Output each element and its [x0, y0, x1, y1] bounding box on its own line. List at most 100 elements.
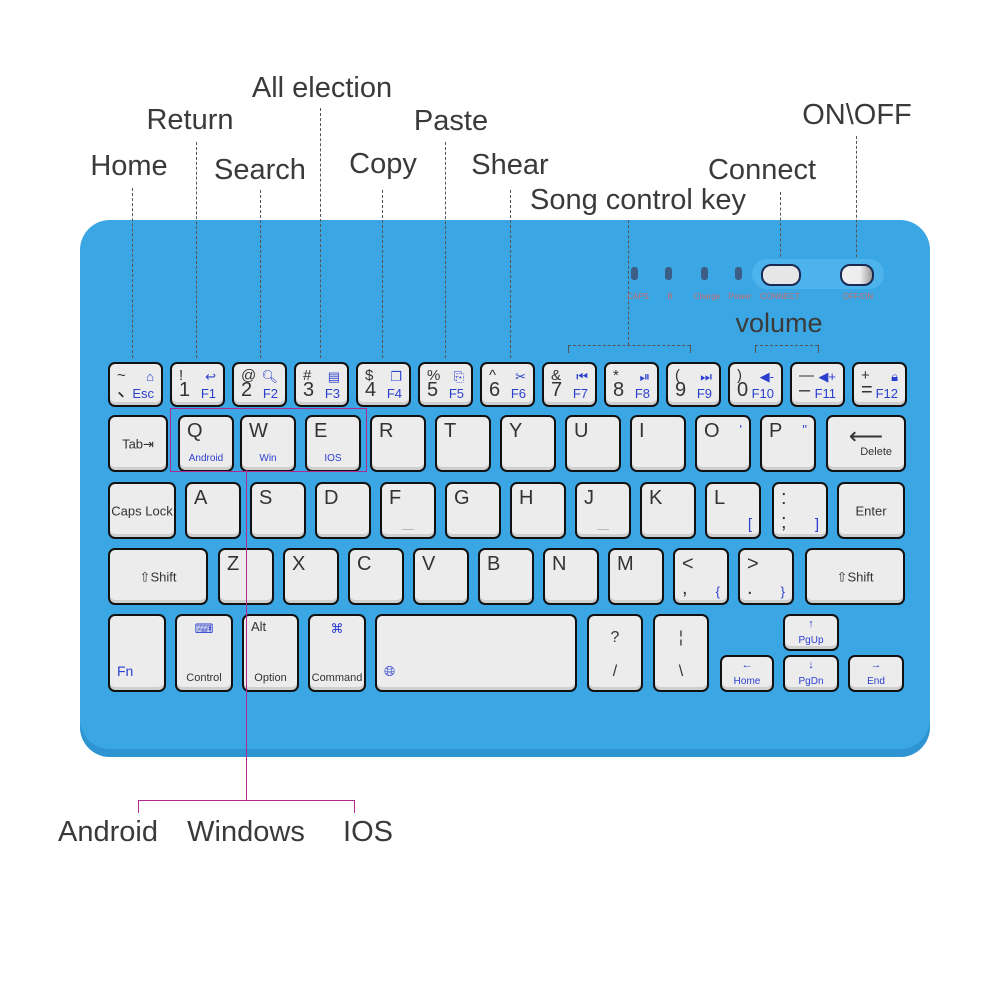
label-home: Home: [90, 150, 168, 182]
key[interactable]: ← Home: [720, 655, 774, 692]
key[interactable]: ↑ PgUp: [783, 614, 839, 651]
key[interactable]: C: [348, 548, 404, 605]
key-label: ]: [814, 516, 819, 533]
key[interactable]: U: [565, 415, 621, 472]
key-label: N: [552, 553, 567, 575]
key[interactable]: T: [435, 415, 491, 472]
key[interactable]: ⌘ Command: [308, 614, 366, 692]
key[interactable]: Y: [500, 415, 556, 472]
leader-all-election: [320, 108, 321, 358]
key-label: PgUp: [798, 635, 824, 646]
key[interactable]: + = 🔒︎ F12: [852, 362, 907, 407]
indicator-label: B: [667, 292, 673, 301]
leader-on-off: [856, 136, 857, 262]
key[interactable]: (9 ⏭ F9: [666, 362, 721, 407]
key-label: 6: [489, 379, 501, 401]
key[interactable]: #3 ▤ F3: [294, 362, 349, 407]
key[interactable]: ⌨ Control: [175, 614, 233, 692]
key[interactable]: P ": [760, 415, 816, 472]
key[interactable]: ! 1 ↩ F1: [170, 362, 225, 407]
key[interactable]: G: [445, 482, 501, 539]
key[interactable]: $4 ❐ F4: [356, 362, 411, 407]
key[interactable]: Enter: [837, 482, 905, 539]
key-label: F: [389, 487, 402, 509]
key-label: Option: [254, 672, 287, 684]
backspace-arrow-icon: ⟵: [848, 423, 884, 450]
key-label: F1: [200, 386, 216, 401]
key[interactable]: ^ 6 ✂ F6: [480, 362, 535, 407]
key[interactable]: M: [608, 548, 664, 605]
led-power: [735, 267, 742, 280]
bracket-tick: [568, 345, 569, 353]
arrow-down-icon: ↓: [808, 659, 814, 671]
key-label: A: [194, 487, 208, 509]
key-label: –: [799, 379, 811, 401]
key[interactable]: ? /: [587, 614, 643, 692]
key-label: Home: [733, 676, 761, 687]
indicator-label: Charge: [693, 292, 721, 301]
led-bluetooth: [665, 267, 672, 280]
label-volume: volume: [735, 308, 823, 338]
leader-paste: [445, 142, 446, 358]
key[interactable]: K: [640, 482, 696, 539]
key[interactable]: ¦ \: [653, 614, 709, 692]
key[interactable]: * 8 ⏯ F8: [604, 362, 659, 407]
key[interactable]: R: [370, 415, 426, 472]
key[interactable]: ~、 ⌂ Esc: [108, 362, 163, 407]
connect-label: CONNECT: [760, 292, 800, 301]
return-icon: ↩: [205, 369, 216, 384]
key[interactable]: → End: [848, 655, 904, 692]
key-label: Fn: [117, 663, 134, 679]
key[interactable]: ⇧Shift: [805, 548, 905, 605]
connect-button[interactable]: [761, 264, 801, 286]
key[interactable]: 🌐︎: [375, 614, 577, 692]
power-switch[interactable]: [840, 264, 874, 286]
key[interactable]: H: [510, 482, 566, 539]
key-label: 1: [179, 379, 191, 401]
key[interactable]: ⇧Shift: [108, 548, 208, 605]
key-label: F11: [814, 386, 836, 401]
key[interactable]: I: [630, 415, 686, 472]
key[interactable]: V: [413, 548, 469, 605]
key[interactable]: A: [185, 482, 241, 539]
key[interactable]: O ': [695, 415, 751, 472]
bracket-volume: [755, 345, 818, 346]
key[interactable]: :;]: [772, 482, 828, 539]
key[interactable]: L[: [705, 482, 761, 539]
key[interactable]: & 7 ⏮ F7: [542, 362, 597, 407]
volume-down-icon: ◀-: [759, 369, 774, 384]
key[interactable]: D: [315, 482, 371, 539]
key-label: ⇧Shift: [139, 569, 177, 584]
key-label: F9: [696, 386, 712, 401]
key[interactable]: F: [380, 482, 436, 539]
key[interactable]: J: [575, 482, 631, 539]
key[interactable]: Alt Option: [242, 614, 299, 692]
key[interactable]: ↓ PgDn: [783, 655, 839, 692]
arrow-up-icon: ↑: [808, 618, 814, 630]
key[interactable]: <, {: [673, 548, 729, 605]
label-copy: Copy: [349, 148, 417, 180]
bracket-tick: [755, 345, 756, 353]
key[interactable]: X: [283, 548, 339, 605]
label-song-control: Song control key: [529, 184, 747, 216]
key[interactable]: Caps Lock: [108, 482, 176, 539]
key[interactable]: @2 🔍︎ F2: [232, 362, 287, 407]
key[interactable]: % 5 ⎘ F5: [418, 362, 473, 407]
key[interactable]: B: [478, 548, 534, 605]
key-label: ⇧Shift: [836, 569, 874, 584]
key[interactable]: ) 0 ◀- F10: [728, 362, 783, 407]
key-label: 7: [551, 379, 563, 401]
key-label: PgDn: [798, 676, 824, 687]
key[interactable]: Delete ⟵: [826, 415, 906, 472]
key[interactable]: Fn: [108, 614, 166, 692]
key[interactable]: >.}: [738, 548, 794, 605]
key[interactable]: — – ◀+ F11: [790, 362, 845, 407]
play-pause-icon: ⏯: [639, 369, 650, 384]
globe-icon: 🌐︎: [384, 663, 396, 679]
key-label: F2: [262, 386, 278, 401]
key-label: T: [444, 420, 457, 442]
key-label: 9: [675, 379, 687, 401]
key[interactable]: Tab⇥: [108, 415, 168, 472]
key[interactable]: N: [543, 548, 599, 605]
key[interactable]: S: [250, 482, 306, 539]
